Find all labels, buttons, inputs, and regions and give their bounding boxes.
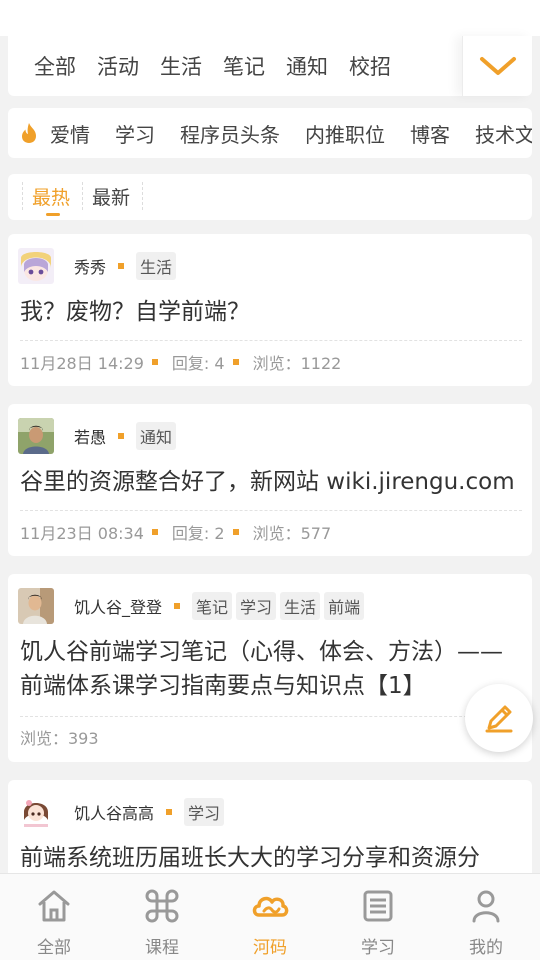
nav-label: 我的	[469, 938, 503, 958]
category-all[interactable]: 全部	[34, 51, 76, 81]
separator-dot	[232, 529, 239, 535]
separator-dot	[174, 603, 181, 609]
post-tag[interactable]: 前端	[324, 592, 365, 620]
post-card[interactable]: 秀秀 生活 我？废物？自学前端？ 11月28日 14:29 回复: 4 浏览：1…	[8, 234, 532, 386]
post-card[interactable]: 饥人谷高高 学习 前端系统班历届班长大大的学习分享和资源分	[8, 780, 532, 880]
post-tag[interactable]: 学习	[236, 592, 277, 620]
post-date: 11月28日 14:29	[20, 354, 144, 373]
nav-label: 课程	[145, 938, 179, 958]
post-title[interactable]: 饥人谷前端学习笔记（心得、体会、方法）——前端体系课学习指南要点与知识点【1】	[20, 635, 520, 703]
post-title[interactable]: 我？废物？自学前端？	[20, 295, 520, 329]
nav-all[interactable]: 全部	[0, 874, 108, 960]
sort-divider	[142, 182, 143, 210]
chevron-down-icon	[479, 57, 516, 75]
separator-dot	[151, 359, 158, 365]
post-tag[interactable]: 学习	[184, 798, 225, 826]
category-expand-button[interactable]	[462, 36, 532, 96]
post-tag[interactable]: 通知	[136, 422, 177, 450]
bottom-navigation: 全部 课程 河码 学习 我的	[0, 873, 540, 960]
post-date: 11月23日 08:34	[20, 524, 144, 543]
post-views: 浏览：393	[20, 729, 99, 748]
tag-tech-articles[interactable]: 技术文	[475, 119, 532, 148]
post-views: 浏览：1122	[252, 354, 342, 373]
pencil-icon	[485, 705, 513, 733]
status-bar	[0, 0, 540, 36]
avatar[interactable]	[18, 794, 54, 830]
post-tag[interactable]: 笔记	[192, 592, 233, 620]
cloud-icon	[252, 896, 289, 917]
nav-study[interactable]: 学习	[324, 874, 432, 960]
tag-blog[interactable]: 博客	[410, 119, 450, 148]
sort-bar: 最热 最新	[8, 174, 532, 220]
author-name[interactable]: 饥人谷_登登	[74, 594, 162, 618]
sort-divider	[22, 182, 23, 210]
tag-referral-jobs[interactable]: 内推职位	[305, 119, 385, 148]
post-divider	[20, 340, 522, 341]
post-card[interactable]: 若愚 通知 谷里的资源整合好了，新网站 wiki.jirengu.com 11月…	[8, 404, 532, 556]
avatar[interactable]	[18, 588, 54, 624]
post-header: 若愚 通知	[18, 418, 180, 454]
avatar[interactable]	[18, 418, 54, 454]
post-meta: 11月28日 14:29 回复: 4 浏览：1122	[20, 350, 341, 374]
post-divider	[20, 716, 522, 717]
post-title[interactable]: 谷里的资源整合好了，新网站 wiki.jirengu.com	[20, 465, 520, 499]
person-icon	[472, 890, 500, 923]
post-views: 浏览：577	[252, 524, 332, 543]
tag-study[interactable]: 学习	[115, 119, 155, 148]
compose-button[interactable]	[465, 684, 533, 752]
category-activity[interactable]: 活动	[97, 51, 139, 81]
nav-label: 全部	[37, 938, 71, 958]
avatar[interactable]	[18, 248, 54, 284]
post-header: 饥人谷高高 学习	[18, 794, 228, 830]
post-tag[interactable]: 生活	[280, 592, 321, 620]
nav-hema[interactable]: 河码	[216, 874, 324, 960]
category-bar: 全部 活动 生活 笔记 通知 校招	[8, 36, 532, 96]
author-name[interactable]: 若愚	[74, 424, 106, 448]
category-list: 全部 活动 生活 笔记 通知 校招	[8, 51, 462, 81]
fire-icon	[22, 123, 36, 143]
nav-label: 学习	[361, 938, 395, 958]
tag-programmer-headlines[interactable]: 程序员头条	[180, 119, 280, 148]
post-header: 秀秀 生活	[18, 248, 180, 284]
hot-tag-bar: 爱情 学习 程序员头条 内推职位 博客 技术文	[8, 108, 532, 158]
category-life[interactable]: 生活	[160, 51, 202, 81]
post-tag[interactable]: 生活	[136, 252, 177, 280]
category-campus[interactable]: 校招	[349, 51, 391, 81]
author-name[interactable]: 饥人谷高高	[74, 800, 154, 824]
post-meta: 浏览：393	[20, 725, 99, 749]
sort-active-indicator	[46, 213, 60, 216]
post-replies: 回复: 2	[171, 524, 225, 543]
sort-new-tab[interactable]: 最新	[92, 183, 130, 210]
list-icon	[363, 890, 393, 922]
tag-love[interactable]: 爱情	[50, 119, 90, 148]
nav-courses[interactable]: 课程	[108, 874, 216, 960]
command-icon	[145, 889, 179, 923]
separator-dot	[118, 433, 125, 439]
separator-dot	[232, 359, 239, 365]
separator-dot	[118, 263, 125, 269]
separator-dot	[166, 809, 173, 815]
home-icon	[38, 890, 70, 922]
nav-label: 河码	[253, 938, 287, 958]
category-notice[interactable]: 通知	[286, 51, 328, 81]
post-card[interactable]: 饥人谷_登登 笔记 学习 生活 前端 饥人谷前端学习笔记（心得、体会、方法）——…	[8, 574, 532, 762]
sort-hot-tab[interactable]: 最热	[32, 183, 70, 210]
category-notes[interactable]: 笔记	[223, 51, 265, 81]
post-meta: 11月23日 08:34 回复: 2 浏览：577	[20, 520, 331, 544]
separator-dot	[151, 529, 158, 535]
post-divider	[20, 510, 522, 511]
author-name[interactable]: 秀秀	[74, 254, 106, 278]
post-header: 饥人谷_登登 笔记 学习 生活 前端	[18, 588, 368, 624]
post-replies: 回复: 4	[171, 354, 225, 373]
sort-divider	[82, 182, 83, 210]
app-page: 全部 活动 生活 笔记 通知 校招 爱情 学习 程序员头条 内推职位 博客 技术…	[0, 0, 540, 960]
post-title[interactable]: 前端系统班历届班长大大的学习分享和资源分	[20, 841, 520, 875]
nav-mine[interactable]: 我的	[432, 874, 540, 960]
